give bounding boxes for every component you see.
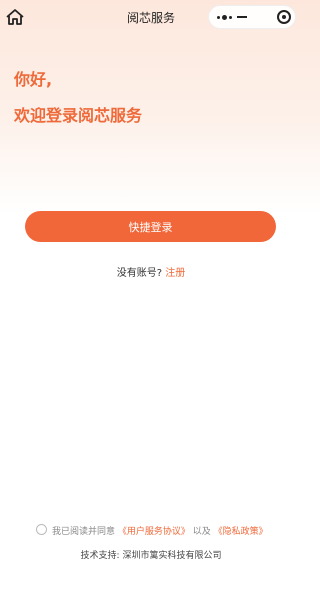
agreement-joiner: 以及 bbox=[192, 527, 211, 537]
agreement-prefix: 我已阅读并同意 bbox=[52, 527, 116, 537]
register-prompt: 没有账号? bbox=[116, 268, 163, 279]
user-agreement-link[interactable]: 《用户服务协议》 bbox=[118, 527, 190, 537]
minimize-icon[interactable] bbox=[231, 6, 253, 28]
tech-support-text: 技术支持: 深圳市篱实科技有限公司 bbox=[80, 551, 222, 561]
agreement-radio[interactable] bbox=[36, 524, 47, 535]
top-navigation-bar: 阅芯服务 bbox=[0, 0, 302, 34]
agreement-text: 我已阅读并同意 《用户服务协议》 以及 《隐私政策》 bbox=[52, 524, 268, 537]
greeting-hello: 你好, bbox=[14, 70, 53, 89]
mini-program-capsule bbox=[208, 5, 296, 29]
privacy-policy-link[interactable]: 《隐私政策》 bbox=[214, 527, 268, 537]
register-prompt-row: 没有账号? 注册 bbox=[0, 264, 302, 279]
greeting-welcome: 欢迎登录阅芯服务 bbox=[14, 106, 143, 125]
close-target-icon[interactable] bbox=[273, 6, 295, 28]
register-link[interactable]: 注册 bbox=[165, 268, 185, 279]
quick-login-button[interactable]: 快捷登录 bbox=[25, 211, 276, 242]
